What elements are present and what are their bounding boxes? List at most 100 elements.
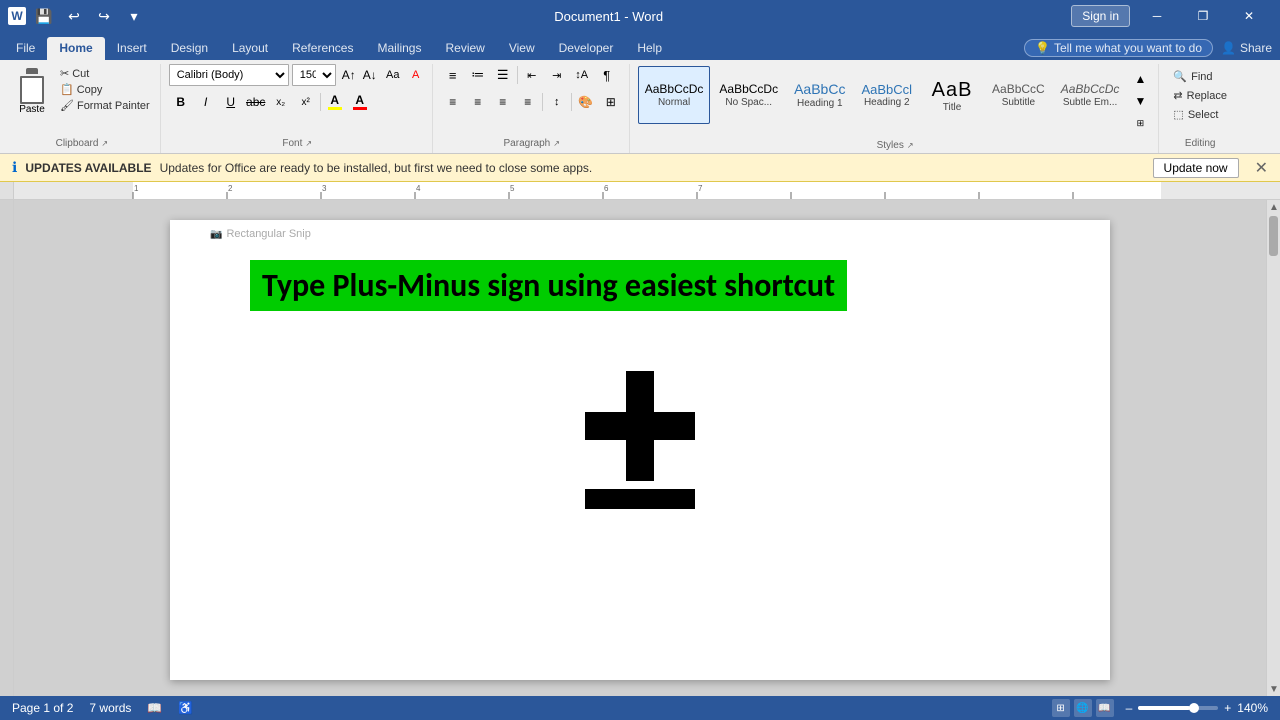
tab-view[interactable]: View (497, 37, 547, 60)
strikethrough-button[interactable]: abc (244, 91, 268, 113)
plus-minus-display (250, 371, 1030, 509)
shading-button[interactable]: 🎨 (574, 91, 598, 113)
change-case-button[interactable]: Aa (383, 64, 403, 86)
style-normal-preview: AaBbCcDc (645, 82, 704, 96)
tab-design[interactable]: Design (159, 37, 220, 60)
zoom-track[interactable] (1138, 706, 1218, 710)
font-color-button[interactable]: A (348, 91, 372, 113)
cut-button[interactable]: ✂ Cut (56, 66, 154, 81)
redo-button[interactable]: ↪ (92, 4, 116, 28)
line-spacing-button[interactable]: ↕ (545, 91, 569, 113)
select-icon: ⬚ (1173, 108, 1183, 121)
align-center-button[interactable]: ≡ (466, 91, 490, 113)
scrollbar-thumb-area[interactable] (1267, 214, 1280, 682)
undo-button[interactable]: ↩ (62, 4, 86, 28)
bullets-button[interactable]: ≡ (441, 64, 465, 86)
paragraph-expand-icon[interactable]: ↗ (553, 139, 560, 148)
zoom-slider[interactable]: – + 140% (1126, 701, 1268, 715)
proofing-icon[interactable]: 📖 (147, 701, 162, 715)
increase-font-size-button[interactable]: A↑ (339, 64, 359, 86)
multilevel-list-button[interactable]: ☰ (491, 64, 515, 86)
show-hide-marks-button[interactable]: ¶ (595, 64, 619, 86)
close-button[interactable]: ✕ (1226, 0, 1272, 32)
align-left-button[interactable]: ≡ (441, 91, 465, 113)
underline-button[interactable]: U (219, 91, 243, 113)
update-now-button[interactable]: Update now (1153, 158, 1239, 178)
ribbon-tabs: File Home Insert Design Layout Reference… (0, 32, 1280, 60)
scrollbar-thumb[interactable] (1269, 216, 1278, 256)
tab-layout[interactable]: Layout (220, 37, 280, 60)
read-mode-button[interactable]: 📖 (1096, 699, 1114, 717)
scroll-up-button[interactable]: ▲ (1267, 200, 1280, 214)
print-layout-button[interactable]: ⊞ (1052, 699, 1070, 717)
minimize-button[interactable]: ─ (1134, 0, 1180, 32)
style-normal[interactable]: AaBbCcDc Normal (638, 66, 711, 124)
decrease-font-size-button[interactable]: A↓ (360, 64, 380, 86)
editing-buttons: 🔍 Find ⇄ Replace ⬚ Select (1167, 64, 1233, 123)
select-button[interactable]: ⬚ Select (1167, 106, 1233, 123)
styles-scroll-up[interactable]: ▲ (1128, 68, 1152, 90)
style-title[interactable]: AaB Title (921, 66, 983, 124)
customize-qat-button[interactable]: ▾ (122, 4, 146, 28)
style-no-spacing[interactable]: AaBbCcDc No Spac... (712, 66, 785, 124)
tab-developer[interactable]: Developer (547, 37, 626, 60)
borders-button[interactable]: ⊞ (599, 91, 623, 113)
font-content: Calibri (Body) 150 A↑ A↓ Aa A B I U abc … (169, 64, 426, 136)
copy-button[interactable]: 📋 Copy (56, 82, 154, 97)
bold-button[interactable]: B (169, 91, 193, 113)
save-button[interactable]: 💾 (32, 4, 56, 28)
web-layout-button[interactable]: 🌐 (1074, 699, 1092, 717)
font-expand-icon[interactable]: ↗ (305, 139, 312, 148)
format-painter-button[interactable]: 🖌 Format Painter (56, 98, 154, 113)
clear-formatting-button[interactable]: A (406, 64, 426, 86)
tab-file[interactable]: File (4, 37, 47, 60)
document-heading[interactable]: Type Plus-Minus sign using easiest short… (250, 260, 847, 311)
scroll-down-button[interactable]: ▼ (1267, 682, 1280, 696)
italic-button[interactable]: I (194, 91, 218, 113)
style-heading2[interactable]: AaBbCcl Heading 2 (854, 66, 919, 124)
share-button[interactable]: 👤 Share (1221, 41, 1272, 55)
superscript-button[interactable]: x² (294, 91, 318, 113)
paste-icon (16, 68, 48, 104)
tab-review[interactable]: Review (433, 37, 496, 60)
styles-more[interactable]: ⊞ (1128, 112, 1152, 134)
sign-in-button[interactable]: Sign in (1071, 5, 1130, 27)
align-right-button[interactable]: ≡ (491, 91, 515, 113)
zoom-out-button[interactable]: – (1126, 701, 1133, 715)
tab-references[interactable]: References (280, 37, 365, 60)
styles-expand-icon[interactable]: ↗ (907, 141, 914, 150)
tab-home[interactable]: Home (47, 37, 104, 60)
replace-button[interactable]: ⇄ Replace (1167, 87, 1233, 104)
subscript-button[interactable]: x₂ (269, 91, 293, 113)
plus-sign (585, 371, 695, 481)
paste-button[interactable]: Paste (10, 64, 54, 119)
numbered-list-button[interactable]: ≔ (466, 64, 490, 86)
tell-me-box[interactable]: 💡 Tell me what you want to do (1024, 39, 1213, 57)
paragraph-content: ≡ ≔ ☰ ⇤ ⇥ ↕A ¶ ≡ ≡ ≡ ≡ ↕ 🎨 (441, 64, 623, 136)
tab-mailings[interactable]: Mailings (365, 37, 433, 60)
styles-scroll-down[interactable]: ▼ (1128, 90, 1152, 112)
style-heading1[interactable]: AaBbCc Heading 1 (787, 66, 852, 124)
zoom-in-button[interactable]: + (1224, 701, 1231, 715)
style-subtle-em[interactable]: AaBbCcDc Subtle Em... (1054, 66, 1127, 124)
font-name-select[interactable]: Calibri (Body) (169, 64, 289, 86)
zoom-thumb[interactable] (1189, 703, 1199, 713)
style-subtitle[interactable]: AaBbCcC Subtitle (985, 66, 1052, 124)
font-size-select[interactable]: 150 (292, 64, 336, 86)
accessibility-icon[interactable]: ♿ (178, 701, 193, 715)
sort-button[interactable]: ↕A (570, 64, 594, 86)
style-no-spacing-label: No Spac... (725, 97, 772, 108)
banner-message: Updates for Office are ready to be insta… (160, 161, 1145, 175)
text-highlight-button[interactable]: A (323, 91, 347, 113)
find-button[interactable]: 🔍 Find (1167, 68, 1233, 85)
tab-help[interactable]: Help (625, 37, 674, 60)
restore-button[interactable]: ❐ (1180, 0, 1226, 32)
banner-close-button[interactable]: ✕ (1255, 158, 1268, 178)
increase-indent-button[interactable]: ⇥ (545, 64, 569, 86)
justify-button[interactable]: ≡ (516, 91, 540, 113)
tab-insert[interactable]: Insert (105, 37, 159, 60)
decrease-indent-button[interactable]: ⇤ (520, 64, 544, 86)
document-scroll-area[interactable]: 📷 Rectangular Snip Type Plus-Minus sign … (14, 200, 1266, 696)
clipboard-group: Paste ✂ Cut 📋 Copy 🖌 Format Painter Clip… (4, 64, 161, 153)
clipboard-expand-icon[interactable]: ↗ (101, 139, 108, 148)
